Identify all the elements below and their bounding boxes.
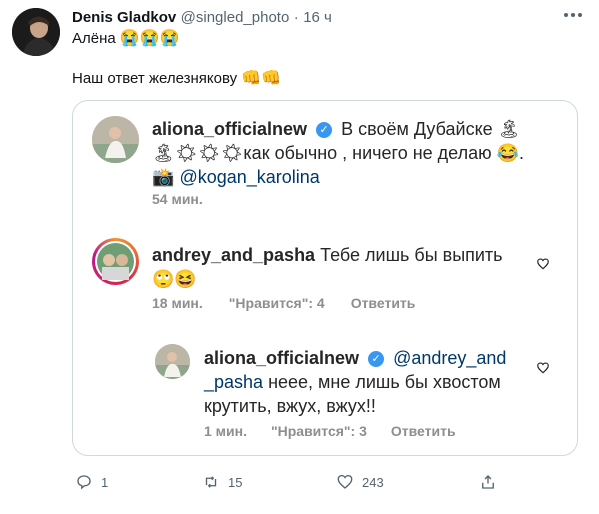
share-action[interactable] [479,473,497,491]
post-text-part2: 🏝☀☀☀как обычно , ничего не делаю 😂. [152,143,525,163]
comment1-reply: Ответить [350,295,416,311]
tweet-author-handle[interactable]: @singled_photo [181,9,290,26]
post-line2: 🏝☀☀☀как обычно , ничего не делаю 😂. [152,140,524,166]
comment1-emoji: 🙄😆 [152,269,197,289]
retweet-icon [205,476,217,488]
verified-badge-icon: ✓ [316,122,333,139]
comment1-avatar [92,238,139,285]
camera-icon: 📸 [152,167,175,187]
comment2-line1: aliona_officialnew ✓ @andrey_and [204,345,506,371]
comment2-line3: крутить, вжух, вжух!! [204,396,376,416]
comment2-line2: _pasha неее, мне лишь бы хвостом [204,369,501,395]
comment1-text: Тебе лишь бы выпить [320,245,503,265]
retweet-count: 15 [228,474,243,490]
comment1-likes: "Нравится": 4 [228,295,325,311]
like-icon [337,474,353,489]
tweet-time[interactable]: 16 ч [303,9,332,26]
post-time: 54 мин. [152,191,203,207]
comment2-avatar [155,344,190,379]
tweet-header: Denis Gladkov @singled_photo · 16 ч [72,9,332,27]
post-line3: 📸 @kogan_karolina [152,164,320,190]
tweet-text-line1: Алёна 😭😭😭 [72,30,180,47]
comment1-username: andrey_and_pasha [152,245,316,265]
comment2-heart-icon [537,362,549,374]
reply-icon [77,475,91,490]
comment1-heart-icon [537,258,549,270]
more-options-icon[interactable] [564,13,582,19]
comment2-meta: 1 мин. "Нравится": 3 Ответить [204,423,456,439]
share-icon [482,475,494,489]
comment1-time: 18 мин. [152,295,203,311]
comment2-mention-part1: @andrey_and [393,348,507,368]
post-line1: aliona_officialnew ✓ В своём Дубайске 🏝 [152,116,521,142]
comment2-username: aliona_officialnew [204,348,360,368]
comment2-likes: "Нравится": 3 [270,423,367,439]
like-count: 243 [362,474,384,490]
comment2-verified-badge-icon: ✓ [368,351,385,368]
comment2-reply: Ответить [390,423,456,439]
comment2-time: 1 мин. [204,423,247,439]
comment2-mention-part2: _pasha [204,372,264,392]
comment1-meta: 18 мин. "Нравится": 4 Ответить [152,295,415,311]
retweet-action[interactable]: 15 [202,473,242,491]
tweet-separator: · [293,9,299,26]
comment2-text-part1: неее, мне лишь бы хвостом [263,372,501,392]
comment1-line1: andrey_and_pasha Тебе лишь бы выпить [152,242,503,268]
tweet-author-name[interactable]: Denis Gladkov [72,9,176,26]
reply-action[interactable]: 1 [75,473,108,491]
tweet-text-line2: Наш ответ железнякову 👊👊 [72,70,282,87]
post-mention: @kogan_karolina [179,167,320,187]
reply-count: 1 [101,474,109,490]
post-text-part1: В своём Дубайске 🏝 [341,119,521,139]
post-author-avatar [92,116,139,163]
tweet-author-avatar[interactable] [12,8,60,56]
post-username: aliona_officialnew [152,119,308,139]
like-action[interactable]: 243 [336,473,384,491]
